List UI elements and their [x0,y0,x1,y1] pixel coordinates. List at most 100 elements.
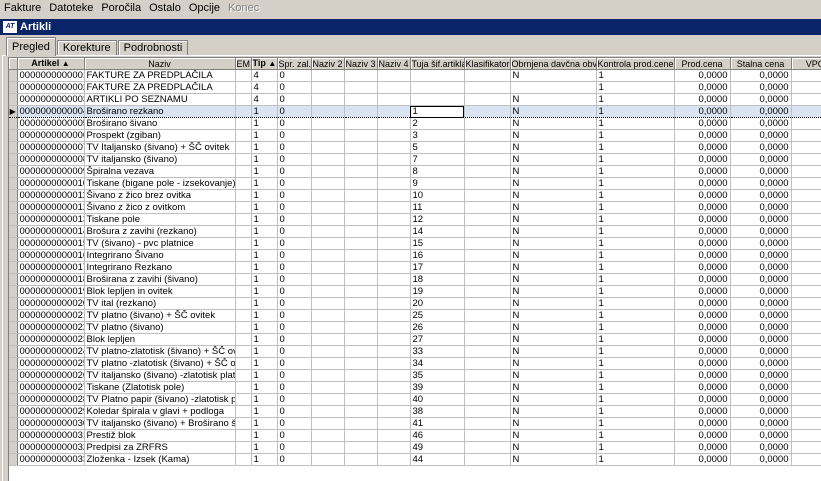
table-cell[interactable] [377,285,411,298]
table-cell[interactable]: TV platno (šivano) + ŠČ ovitek [84,309,236,322]
table-cell[interactable]: 0 [277,69,312,82]
table-cell[interactable]: 0000000000014 [17,225,85,238]
table-cell[interactable]: 1 [596,237,675,250]
table-cell[interactable]: 1 [596,369,675,382]
table-cell[interactable]: 0,0000 [674,393,731,406]
table-row[interactable]: 0000000000003 ARTIKLI PO SEZNAMU 4 0 N 1 0,000… [9,93,821,106]
table-cell[interactable]: 41 [410,417,465,430]
table-cell[interactable] [344,357,378,370]
table-cell[interactable]: 0000000000018 [17,273,85,286]
table-cell[interactable] [311,165,345,178]
row-indicator[interactable] [9,261,18,274]
table-cell[interactable]: 0 [277,357,312,370]
table-cell[interactable]: N [510,177,597,190]
table-cell[interactable]: 1 [251,249,278,262]
row-indicator[interactable] [9,201,18,214]
table-cell[interactable]: 1 [596,249,675,262]
table-cell[interactable] [377,261,411,274]
column-header[interactable]: Naziv 4 [377,58,411,70]
table-cell[interactable]: 0000000000013 [17,213,85,226]
column-header[interactable]: Klasifikator [464,58,511,70]
table-cell[interactable]: Špiralna vezava [84,165,236,178]
table-cell[interactable]: 0000000000032 [17,441,85,454]
table-cell[interactable]: 0,0 [791,417,821,430]
table-cell[interactable]: 1 [596,153,675,166]
table-cell[interactable]: 1 [596,129,675,142]
table-cell[interactable]: 0,0 [791,165,821,178]
table-cell[interactable]: 0000000000031 [17,429,85,442]
row-indicator[interactable] [9,381,18,394]
column-header[interactable]: Spr. zal. [277,58,312,70]
table-cell[interactable] [235,141,252,154]
row-indicator[interactable] [9,165,18,178]
table-cell[interactable]: 0 [277,141,312,154]
table-cell[interactable]: Zloženka - Izsek (Kama) [84,453,236,466]
table-cell[interactable]: 39 [410,381,465,394]
table-cell[interactable]: 0,0000 [730,405,792,418]
table-cell[interactable]: 0000000000005 [17,117,85,130]
table-cell[interactable] [464,213,511,226]
table-cell[interactable] [464,201,511,214]
table-cell[interactable]: 0,0000 [674,345,731,358]
table-cell[interactable]: 0000000000003 [17,93,85,106]
table-cell[interactable]: 0,0 [791,141,821,154]
table-cell[interactable] [377,381,411,394]
table-cell[interactable] [377,321,411,334]
table-cell[interactable]: Prestiž blok [84,429,236,442]
table-cell[interactable]: 0,0000 [730,69,792,82]
table-cell[interactable]: Tiskane pole [84,213,236,226]
table-cell[interactable] [344,405,378,418]
table-cell[interactable] [235,165,252,178]
table-cell[interactable]: N [510,117,597,130]
table-cell[interactable]: N [510,213,597,226]
row-indicator[interactable] [9,177,18,190]
table-cell[interactable] [377,369,411,382]
table-cell[interactable] [344,297,378,310]
table-row[interactable]: 0000000000033 Zloženka - Izsek (Kama) 1 0 44… [9,453,821,466]
table-cell[interactable] [464,441,511,454]
table-cell[interactable]: 0,0000 [730,381,792,394]
table-cell[interactable]: 1 [251,345,278,358]
table-cell[interactable] [311,189,345,202]
table-cell[interactable]: 1 [596,273,675,286]
table-cell[interactable]: 0,0000 [674,441,731,454]
table-cell[interactable]: 17 [410,261,465,274]
table-cell[interactable] [344,417,378,430]
table-cell[interactable] [344,225,378,238]
table-cell[interactable] [464,225,511,238]
table-row[interactable]: 0000000000023 Blok lepljen 1 0 27 N 1 0,0000 0,0… [9,333,821,346]
menu-item-opcije[interactable]: Opcije [185,0,224,17]
table-cell[interactable] [311,129,345,142]
table-cell[interactable]: 0,0000 [730,309,792,322]
table-cell[interactable]: 0,0000 [730,141,792,154]
table-cell[interactable]: 0,0 [791,105,821,118]
table-cell[interactable] [311,333,345,346]
table-cell[interactable]: 0,0000 [730,225,792,238]
table-row[interactable]: 0000000000001 FAKTURE ZA PREDPLAČILA 4 0 N 1 0… [9,69,821,82]
tab-podrobnosti[interactable]: Podrobnosti [117,40,189,56]
table-cell[interactable]: 40 [410,393,465,406]
table-cell[interactable]: TV italjansko (šivano) + Broširano šivan [84,417,236,430]
table-cell[interactable] [311,201,345,214]
table-cell[interactable]: 0000000000029 [17,405,85,418]
table-cell[interactable]: 0,0000 [730,213,792,226]
table-cell[interactable] [464,189,511,202]
table-cell[interactable]: 0000000000020 [17,297,85,310]
table-cell[interactable]: 0,0 [791,237,821,250]
table-cell[interactable]: 1 [251,309,278,322]
table-cell[interactable]: 0 [277,321,312,334]
table-cell[interactable]: 0000000000011 [17,189,85,202]
column-header[interactable]: Artikel ▲ [17,58,85,70]
table-cell[interactable]: 38 [410,405,465,418]
table-cell[interactable] [464,153,511,166]
table-cell[interactable]: 1 [596,417,675,430]
table-cell[interactable] [377,201,411,214]
table-cell[interactable] [377,441,411,454]
table-cell[interactable]: 1 [596,345,675,358]
table-cell[interactable] [344,261,378,274]
table-cell[interactable]: 0 [277,213,312,226]
table-cell[interactable]: N [510,429,597,442]
table-cell[interactable]: 0 [277,333,312,346]
table-cell[interactable]: 0 [277,225,312,238]
table-cell[interactable] [344,381,378,394]
